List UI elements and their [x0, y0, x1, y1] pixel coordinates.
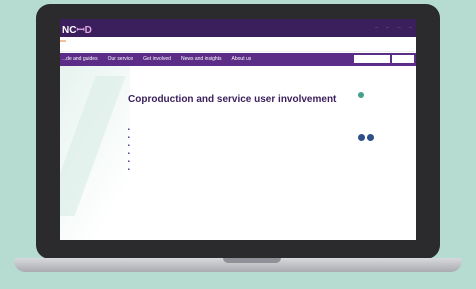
- util-link[interactable]: ...: [386, 24, 389, 29]
- nav-item[interactable]: Get involved: [143, 56, 171, 62]
- util-link[interactable]: ...: [397, 24, 400, 29]
- logo-text: NC: [62, 25, 77, 36]
- notice-banner: [60, 37, 416, 52]
- laptop-base: [14, 258, 462, 272]
- logo-mark: ꟷD: [76, 25, 92, 36]
- nav-item[interactable]: News and insights: [181, 56, 222, 62]
- sidebar-badge: [358, 92, 367, 98]
- toc-item[interactable]: [128, 142, 130, 147]
- utility-links: ... ... ... ...: [375, 24, 412, 29]
- util-link[interactable]: ...: [409, 24, 412, 29]
- toc-item[interactable]: [128, 150, 130, 155]
- toc-item[interactable]: [128, 126, 130, 131]
- badge-icon: [358, 92, 364, 98]
- util-link[interactable]: ...: [375, 24, 378, 29]
- laptop-notch: [223, 258, 281, 263]
- twitter-icon[interactable]: [367, 134, 374, 141]
- table-of-contents: [128, 126, 130, 174]
- facebook-icon[interactable]: [358, 134, 365, 141]
- toc-item[interactable]: [128, 134, 130, 139]
- main-nav: ...de and guides Our service Get involve…: [60, 53, 416, 66]
- social-links: [358, 134, 374, 141]
- nav-item[interactable]: Our service: [108, 56, 134, 62]
- toc-item[interactable]: [128, 158, 130, 163]
- nav-item[interactable]: About us: [232, 56, 252, 62]
- search-select[interactable]: [354, 55, 390, 63]
- page-title: Coproduction and service user involvemen…: [128, 94, 337, 105]
- site-logo[interactable]: NCꟷD: [62, 22, 92, 36]
- search-input[interactable]: [392, 55, 414, 63]
- screen: NCꟷD ... ... ... ... ...de and guides Ou…: [60, 19, 416, 240]
- nav-item[interactable]: ...de and guides: [62, 56, 98, 62]
- toc-item[interactable]: [128, 166, 130, 171]
- banner-tag: [60, 40, 66, 42]
- top-bar: NCꟷD ... ... ... ...: [60, 19, 416, 37]
- main-content: Coproduction and service user involvemen…: [60, 66, 416, 240]
